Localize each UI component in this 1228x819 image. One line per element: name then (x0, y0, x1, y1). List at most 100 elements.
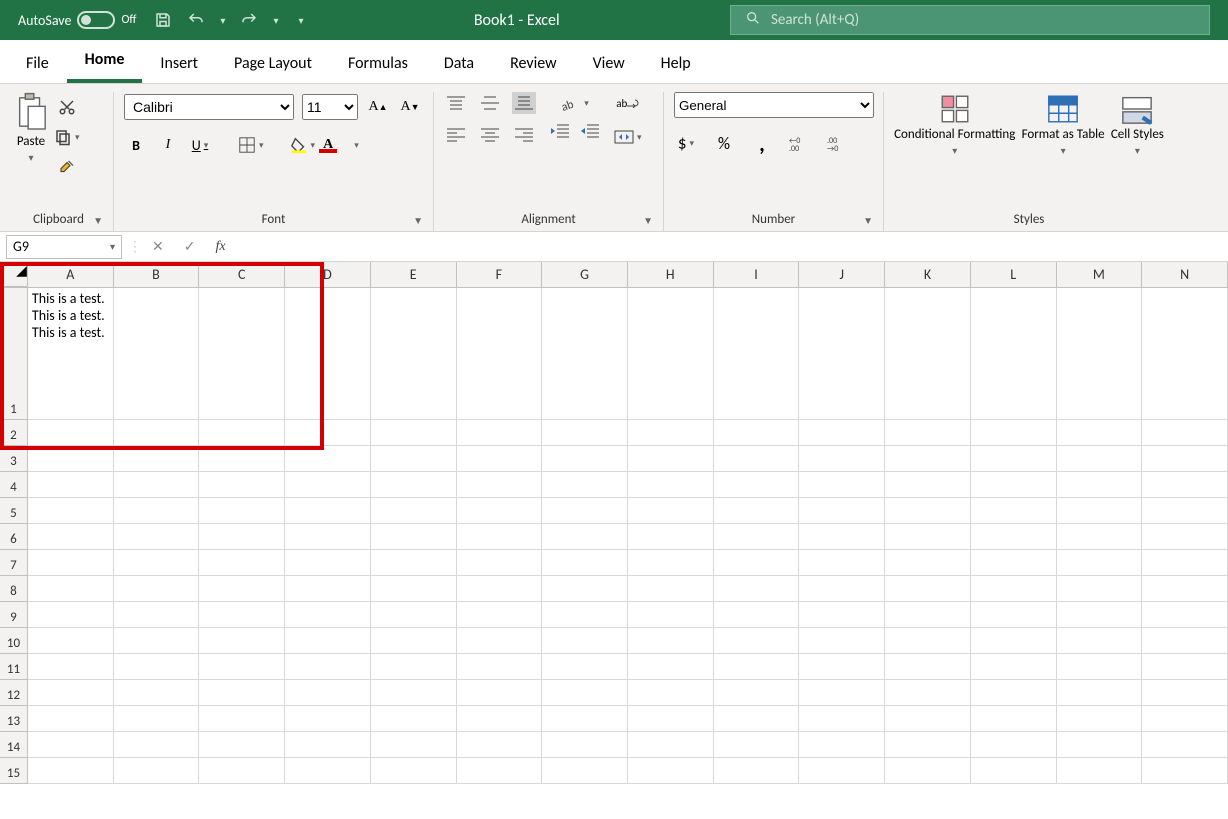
orientation-icon[interactable]: ab (548, 92, 602, 114)
cell-B9[interactable] (114, 602, 200, 628)
cell-N14[interactable] (1142, 732, 1228, 758)
tab-home[interactable]: Home (67, 42, 143, 83)
cell-A9[interactable] (28, 602, 114, 628)
borders-icon[interactable] (238, 134, 264, 156)
clipboard-dialog-launcher-icon[interactable]: ▼ (93, 214, 103, 227)
col-head-H[interactable]: H (628, 262, 714, 287)
cell-I5[interactable] (714, 498, 800, 524)
cell-B8[interactable] (114, 576, 200, 602)
row-head-12[interactable]: 12 (0, 680, 28, 706)
cell-C4[interactable] (199, 472, 285, 498)
cell-M9[interactable] (1057, 602, 1143, 628)
cell-M2[interactable] (1057, 420, 1143, 446)
comma-style-icon[interactable]: , (750, 132, 774, 154)
cell-F5[interactable] (457, 498, 543, 524)
font-name-select[interactable]: Calibri (124, 94, 294, 120)
cut-icon[interactable] (54, 96, 80, 118)
alignment-dialog-launcher-icon[interactable]: ▼ (643, 214, 653, 227)
cell-K10[interactable] (885, 628, 971, 654)
undo-dropdown-caret-icon[interactable]: ▾ (220, 14, 225, 27)
wrap-text-icon[interactable]: ab (614, 92, 642, 114)
cell-F15[interactable] (457, 758, 543, 784)
cell-K9[interactable] (885, 602, 971, 628)
cell-K8[interactable] (885, 576, 971, 602)
cell-C12[interactable] (199, 680, 285, 706)
col-head-B[interactable]: B (114, 262, 200, 287)
row-head-8[interactable]: 8 (0, 576, 28, 602)
cell-M11[interactable] (1057, 654, 1143, 680)
cell-J11[interactable] (799, 654, 885, 680)
cell-M14[interactable] (1057, 732, 1143, 758)
cell-J7[interactable] (799, 550, 885, 576)
cell-N5[interactable] (1142, 498, 1228, 524)
cell-L13[interactable] (971, 706, 1057, 732)
cell-E15[interactable] (371, 758, 457, 784)
cell-A13[interactable] (28, 706, 114, 732)
cell-J15[interactable] (799, 758, 885, 784)
cell-G15[interactable] (542, 758, 628, 784)
row-head-9[interactable]: 9 (0, 602, 28, 628)
cell-C5[interactable] (199, 498, 285, 524)
cell-I6[interactable] (714, 524, 800, 550)
cell-F8[interactable] (457, 576, 543, 602)
cell-J2[interactable] (799, 420, 885, 446)
cell-I3[interactable] (714, 446, 800, 472)
cell-K14[interactable] (885, 732, 971, 758)
formula-input[interactable] (236, 235, 1228, 259)
cell-G4[interactable] (542, 472, 628, 498)
cell-I11[interactable] (714, 654, 800, 680)
cell-C1[interactable] (199, 288, 285, 420)
cell-E9[interactable] (371, 602, 457, 628)
align-middle-icon[interactable] (478, 92, 502, 114)
cell-D5[interactable] (285, 498, 371, 524)
cell-A15[interactable] (28, 758, 114, 784)
bold-button[interactable]: B (124, 134, 148, 156)
col-head-N[interactable]: N (1142, 262, 1228, 287)
fill-color-icon[interactable] (290, 134, 316, 156)
cell-N3[interactable] (1142, 446, 1228, 472)
tab-data[interactable]: Data (426, 46, 492, 83)
format-painter-icon[interactable] (54, 156, 80, 178)
row-head-3[interactable]: 3 (0, 446, 28, 472)
row-head-15[interactable]: 15 (0, 758, 28, 784)
row-head-11[interactable]: 11 (0, 654, 28, 680)
cell-G1[interactable] (542, 288, 628, 420)
cell-N13[interactable] (1142, 706, 1228, 732)
cell-L14[interactable] (971, 732, 1057, 758)
row-head-6[interactable]: 6 (0, 524, 28, 550)
col-head-K[interactable]: K (885, 262, 971, 287)
cell-D14[interactable] (285, 732, 371, 758)
cell-E4[interactable] (371, 472, 457, 498)
cell-K12[interactable] (885, 680, 971, 706)
save-icon[interactable] (154, 11, 172, 29)
cell-B11[interactable] (114, 654, 200, 680)
cell-A6[interactable] (28, 524, 114, 550)
cell-A12[interactable] (28, 680, 114, 706)
cell-D6[interactable] (285, 524, 371, 550)
cell-D11[interactable] (285, 654, 371, 680)
cell-M3[interactable] (1057, 446, 1143, 472)
cell-E7[interactable] (371, 550, 457, 576)
cell-G9[interactable] (542, 602, 628, 628)
cell-B7[interactable] (114, 550, 200, 576)
cell-G12[interactable] (542, 680, 628, 706)
cell-J8[interactable] (799, 576, 885, 602)
cell-L10[interactable] (971, 628, 1057, 654)
cell-L9[interactable] (971, 602, 1057, 628)
cell-M5[interactable] (1057, 498, 1143, 524)
cell-L5[interactable] (971, 498, 1057, 524)
cell-A2[interactable] (28, 420, 114, 446)
cell-I14[interactable] (714, 732, 800, 758)
cell-C15[interactable] (199, 758, 285, 784)
cell-N12[interactable] (1142, 680, 1228, 706)
cell-G7[interactable] (542, 550, 628, 576)
cell-A4[interactable] (28, 472, 114, 498)
autosave-toggle-off-icon[interactable] (77, 11, 115, 29)
cell-H15[interactable] (628, 758, 714, 784)
cell-E8[interactable] (371, 576, 457, 602)
cell-H5[interactable] (628, 498, 714, 524)
cell-D15[interactable] (285, 758, 371, 784)
autosave[interactable]: AutoSave Off (18, 11, 136, 29)
col-head-C[interactable]: C (199, 262, 285, 287)
accounting-format-icon[interactable]: $ (674, 132, 698, 154)
